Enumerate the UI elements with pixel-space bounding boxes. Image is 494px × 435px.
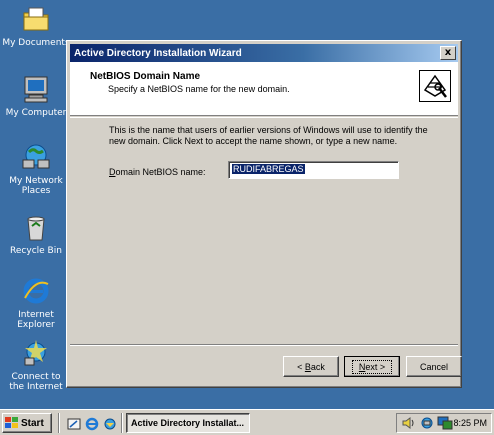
domain-netbios-name-value: RUDIFABREGAS [232,164,305,174]
my-documents-icon [19,2,53,36]
recycle-bin-icon [19,210,53,244]
domain-name-label: Domain NetBIOS name: [109,167,206,177]
header-subtitle: Specify a NetBIOS name for the new domai… [108,84,290,94]
task-label: Active Directory Installat... [131,418,245,428]
taskbar-divider [121,413,123,433]
cancel-button-label: Cancel [419,361,448,372]
wizard-logo-icon [419,70,451,102]
domain-name-label-rest: omain NetBIOS name: [115,167,206,177]
desktop-icon-my-computer[interactable]: My Computer [0,72,72,118]
desktop-icon-label: Explorer [17,320,55,330]
desktop-icon-label: Recycle Bin [10,246,62,256]
next-button[interactable]: Next > [344,356,400,377]
close-button[interactable]: x [440,46,456,60]
desktop-icon-recycle-bin[interactable]: Recycle Bin [0,210,72,256]
network-tray-icon[interactable] [419,416,435,430]
taskbar: Start Active Directory Installat... 8:25… [0,409,494,435]
desktop-icon-my-documents[interactable]: My Documents [0,2,72,48]
desktop-icon-label: Places [21,186,51,196]
desktop-icon-label: My Network [9,176,63,186]
monitor-tray-icon[interactable] [437,416,453,430]
header-divider [70,117,458,118]
header-title: NetBIOS Domain Name [90,71,201,82]
description-text: This is the name that users of earlier v… [109,125,428,146]
my-computer-icon [19,72,53,106]
window-titlebar[interactable]: Active Directory Installation Wizard x [70,44,458,62]
taskbar-task-wizard[interactable]: Active Directory Installat... [126,413,250,433]
connect-internet-icon [19,336,53,370]
desktop-icon-label: the Internet [9,382,63,392]
cancel-button[interactable]: Cancel [406,356,462,377]
start-label: Start [21,417,44,429]
show-desktop-icon[interactable] [66,416,82,432]
network-places-icon [19,140,53,174]
desktop-icon-network-places[interactable]: My Network Places [0,140,72,196]
next-button-label: Next > [351,359,393,374]
back-button-label: < Back [297,361,325,372]
desktop-icon-label: My Documents [2,38,70,48]
windows-logo-icon [5,417,18,428]
volume-icon[interactable] [401,416,417,430]
outlook-express-icon[interactable] [102,416,118,432]
taskbar-divider [58,413,60,433]
desktop-icon-internet-explorer[interactable]: Internet Explorer [0,274,72,330]
domain-netbios-name-input[interactable]: RUDIFABREGAS [228,161,399,179]
system-tray: 8:25 PM [396,413,492,433]
desktop-icon-label: Internet [18,310,54,320]
desktop-icon-connect-internet[interactable]: Connect to the Internet [0,336,72,392]
window-title: Active Directory Installation Wizard [74,47,242,59]
clock[interactable]: 8:25 PM [453,418,487,428]
desktop-icon-label: My Computer [5,108,67,118]
wizard-window: Active Directory Installation Wizard x N… [66,40,462,388]
wizard-header: NetBIOS Domain Name Specify a NetBIOS na… [70,62,458,116]
start-button[interactable]: Start [2,413,52,433]
internet-explorer-icon [19,274,53,308]
back-button[interactable]: < Back [283,356,339,377]
desktop-icon-label: Connect to [11,372,61,382]
close-icon: x [444,47,452,58]
footer-divider [70,344,458,346]
internet-explorer-quicklaunch-icon[interactable] [84,416,100,432]
